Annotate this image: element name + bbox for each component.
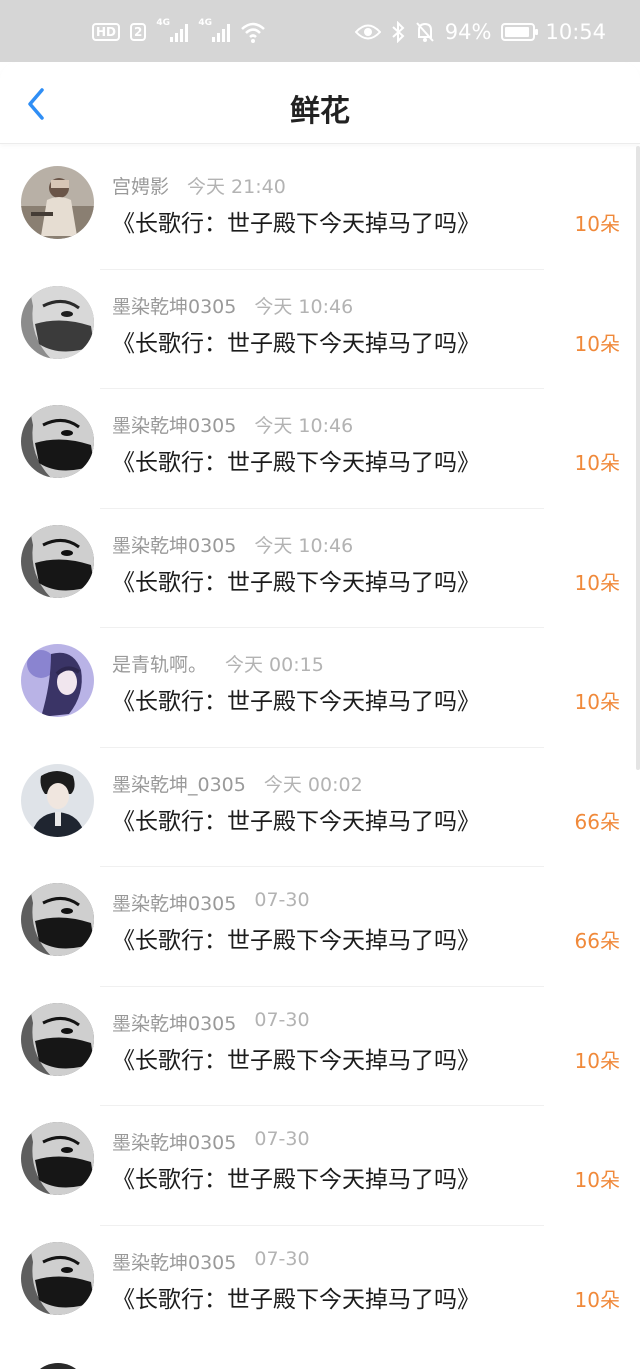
book-title[interactable]: 《长歌行：世子殿下今天掉马了吗》 <box>112 204 480 238</box>
sender-name[interactable]: 是青轨啊。 <box>112 650 207 677</box>
avatar[interactable] <box>21 883 94 956</box>
flower-amount: 10朵 <box>574 690 620 714</box>
signal-icon: 4G <box>156 18 189 42</box>
book-title[interactable]: 《长歌行：世子殿下今天掉马了吗》 <box>112 802 480 836</box>
book-title[interactable]: 《长歌行：世子殿下今天掉马了吗》 <box>112 1041 480 1075</box>
list-item[interactable]: 宫娉影 今天 21:40 《长歌行：世子殿下今天掉马了吗》 10朵 <box>0 150 640 270</box>
book-title[interactable]: 《长歌行：世子殿下今天掉马了吗》 <box>112 443 480 477</box>
avatar[interactable] <box>21 1002 94 1076</box>
sender-row: 墨染乾坤0305 07-30 <box>112 1128 310 1155</box>
wifi-icon <box>241 22 266 43</box>
book-title[interactable]: 《长歌行：世子殿下今天掉马了吗》 <box>112 682 480 716</box>
nav-bar: 鲜花 <box>0 62 640 144</box>
avatar[interactable] <box>21 405 94 478</box>
battery-icon <box>501 23 539 41</box>
sender-row: 宫娉影 今天 21:40 <box>112 172 286 199</box>
book-title[interactable]: 《长歌行：世子殿下今天掉马了吗》 <box>112 563 480 597</box>
flower-amount: 10朵 <box>574 1048 620 1073</box>
send-time: 今天 00:15 <box>225 654 324 676</box>
avatar-partial[interactable] <box>28 1363 88 1369</box>
avatar[interactable] <box>21 1241 94 1315</box>
send-time: 今天 10:46 <box>254 415 354 437</box>
flower-amount: 10朵 <box>574 1287 620 1312</box>
sender-name[interactable]: 墨染乾坤0305 <box>112 1009 236 1036</box>
clock: 10:54 <box>545 20 606 44</box>
list-item[interactable]: 墨染乾坤0305 今天 10:46 《长歌行：世子殿下今天掉马了吗》 10朵 <box>0 270 640 389</box>
send-time: 今天 10:46 <box>254 534 354 557</box>
send-time: 07-30 <box>254 1128 310 1150</box>
battery-percent: 94% <box>444 20 492 44</box>
eye-icon <box>354 24 381 40</box>
send-time: 今天 00:02 <box>263 773 363 796</box>
send-time: 07-30 <box>254 1247 310 1270</box>
sender-name[interactable]: 墨染乾坤_0305 <box>112 770 246 797</box>
list-item[interactable]: 墨染乾坤0305 07-30 《长歌行：世子殿下今天掉马了吗》 66朵 <box>0 867 640 987</box>
avatar[interactable] <box>21 1122 94 1195</box>
sender-name[interactable]: 墨染乾坤0305 <box>112 1248 236 1275</box>
sender-name[interactable]: 墨染乾坤0305 <box>112 292 236 319</box>
list-item[interactable]: 墨染乾坤0305 07-30 《长歌行：世子殿下今天掉马了吗》 10朵 <box>0 1226 640 1346</box>
send-time: 今天 10:46 <box>254 295 354 318</box>
sender-name[interactable]: 墨染乾坤0305 <box>112 889 236 916</box>
flower-amount: 66朵 <box>574 929 620 953</box>
flower-amount: 66朵 <box>574 809 620 834</box>
sender-row: 是青轨啊。 今天 00:15 <box>112 650 324 677</box>
flower-amount: 10朵 <box>574 1168 620 1192</box>
flower-amount: 10朵 <box>574 451 620 475</box>
avatar[interactable] <box>21 763 94 837</box>
flower-list: 宫娉影 今天 21:40 《长歌行：世子殿下今天掉马了吗》 10朵 墨染乾坤03… <box>0 150 640 1345</box>
book-title[interactable]: 《长歌行：世子殿下今天掉马了吗》 <box>112 1160 480 1194</box>
signal-type-label: 4G <box>156 18 171 28</box>
sim-badge: 2 <box>130 23 147 41</box>
book-title[interactable]: 《长歌行：世子殿下今天掉马了吗》 <box>112 921 480 955</box>
signal-icon-2: 4G <box>198 18 231 42</box>
signal-type-label-2: 4G <box>198 18 213 28</box>
send-time: 今天 21:40 <box>187 176 286 198</box>
sender-row: 墨染乾坤0305 今天 10:46 <box>112 531 353 558</box>
sender-name[interactable]: 墨染乾坤0305 <box>112 411 236 438</box>
list-item[interactable]: 墨染乾坤0305 今天 10:46 《长歌行：世子殿下今天掉马了吗》 10朵 <box>0 389 640 509</box>
status-bar: HD 2 4G 4G 94% 10:54 <box>0 0 640 62</box>
list-item[interactable]: 是青轨啊。 今天 00:15 《长歌行：世子殿下今天掉马了吗》 10朵 <box>0 628 640 748</box>
avatar[interactable] <box>21 285 94 359</box>
sender-row: 墨染乾坤0305 07-30 <box>112 1248 310 1275</box>
sender-row: 墨染乾坤0305 07-30 <box>112 1009 310 1036</box>
send-time: 07-30 <box>254 889 310 911</box>
sender-row: 墨染乾坤_0305 今天 00:02 <box>112 770 363 797</box>
sender-row: 墨染乾坤0305 今天 10:46 <box>112 411 353 438</box>
sender-name[interactable]: 宫娉影 <box>112 172 169 199</box>
sender-row: 墨染乾坤0305 07-30 <box>112 889 310 916</box>
flower-amount: 10朵 <box>574 570 620 595</box>
avatar[interactable] <box>21 166 94 239</box>
book-title[interactable]: 《长歌行：世子殿下今天掉马了吗》 <box>112 1280 480 1314</box>
list-item[interactable]: 墨染乾坤0305 今天 10:46 《长歌行：世子殿下今天掉马了吗》 10朵 <box>0 509 640 628</box>
book-title[interactable]: 《长歌行：世子殿下今天掉马了吗》 <box>112 324 480 358</box>
avatar[interactable] <box>21 644 94 717</box>
list-item[interactable]: 墨染乾坤_0305 今天 00:02 《长歌行：世子殿下今天掉马了吗》 66朵 <box>0 748 640 867</box>
flower-amount: 10朵 <box>574 331 620 356</box>
status-left: HD 2 4G 4G <box>92 18 266 46</box>
avatar[interactable] <box>21 524 94 598</box>
flower-amount: 10朵 <box>574 212 620 236</box>
sender-row: 墨染乾坤0305 今天 10:46 <box>112 292 353 319</box>
mute-bell-icon <box>416 22 434 42</box>
hd-badge: HD <box>92 23 121 41</box>
send-time: 07-30 <box>254 1008 310 1031</box>
list-item[interactable]: 墨染乾坤0305 07-30 《长歌行：世子殿下今天掉马了吗》 10朵 <box>0 987 640 1106</box>
sender-name[interactable]: 墨染乾坤0305 <box>112 531 236 558</box>
bluetooth-icon <box>392 21 405 43</box>
page-title: 鲜花 <box>290 94 350 129</box>
sender-name[interactable]: 墨染乾坤0305 <box>112 1128 236 1155</box>
list-item[interactable]: 墨染乾坤0305 07-30 《长歌行：世子殿下今天掉马了吗》 10朵 <box>0 1106 640 1226</box>
status-right: 94% 10:54 <box>354 18 606 46</box>
